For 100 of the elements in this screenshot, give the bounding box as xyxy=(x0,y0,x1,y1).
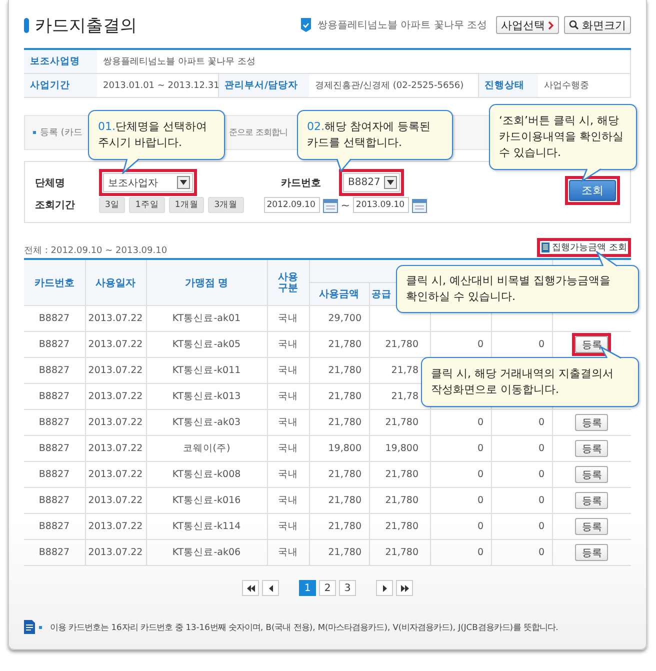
page-button[interactable]: 1 xyxy=(299,580,316,596)
table-cell: B8827 xyxy=(38,365,70,376)
register-button[interactable]: 등록 xyxy=(575,336,608,353)
footnote-text: 이용 카드번호는 16자리 카드번호 중 13-16번째 숫자이며, B(국내 전용), M(마스타겸용카드), V(비자겸용카드), J(JCB겸용카드)를 뜻합니다. xyxy=(50,622,558,632)
period-button[interactable]: 1개월 xyxy=(168,197,204,213)
table-cell: 2013.07.22 xyxy=(88,339,143,350)
bookmark-icon xyxy=(300,17,312,33)
register-button[interactable]: 등록 xyxy=(575,518,608,535)
table-cell: B8827 xyxy=(38,391,70,402)
page-button[interactable]: 2 xyxy=(319,580,336,596)
info-label: 사업기간 xyxy=(24,74,97,98)
info-label: 보조사업명 xyxy=(24,49,97,74)
table-cell: 29,700 xyxy=(328,313,362,324)
date-field[interactable]: 2012.09.10 xyxy=(264,197,320,213)
page-title: 카드지출결의 xyxy=(35,14,137,36)
field-label: 단체명 xyxy=(35,176,66,190)
table-cell: 국내 xyxy=(278,339,298,350)
calendar-icon[interactable] xyxy=(412,198,427,212)
register-button[interactable]: 등록 xyxy=(575,492,608,509)
table-cell: 2013.07.22 xyxy=(88,521,143,532)
table-cell: 국내 xyxy=(278,365,298,376)
period-button[interactable]: 3일 xyxy=(99,197,126,213)
table-cell: 21,780 xyxy=(385,521,418,532)
search-button[interactable]: 조회 xyxy=(569,180,616,201)
table-cell: 0 xyxy=(538,339,544,350)
period-button[interactable]: 1주일 xyxy=(129,197,165,213)
column-header: 가맹점 명 xyxy=(146,259,267,306)
table-cell: 2013.07.22 xyxy=(88,391,143,402)
register-button[interactable]: 등록 xyxy=(575,440,608,457)
period-button[interactable]: 3개월 xyxy=(208,197,244,213)
document-icon xyxy=(541,242,550,253)
table-cell: 0 xyxy=(477,547,484,558)
date-field[interactable]: 2013.09.10 xyxy=(352,197,409,213)
table-cell: KT통신료-k011 xyxy=(172,365,241,376)
table-cell: 국내 xyxy=(278,391,298,402)
table-cell: 0 xyxy=(538,547,544,558)
title-marker-icon xyxy=(24,18,29,32)
first-page-button[interactable] xyxy=(242,580,259,596)
header-button[interactable]: 화면크기 xyxy=(564,16,631,34)
table-cell: 21,780 xyxy=(328,521,362,532)
field-label: 카드번호 xyxy=(281,176,321,190)
next-page-button[interactable] xyxy=(376,580,393,596)
table-cell: 0 xyxy=(538,495,544,506)
table-cell: 국내 xyxy=(278,313,298,324)
table-cell: 0 xyxy=(477,495,484,506)
table-cell: 21,780 xyxy=(328,547,362,558)
table-cell: 21,780 xyxy=(385,547,418,558)
table-cell: 코웨이(주) xyxy=(182,443,230,454)
table-cell: B8827 xyxy=(38,521,70,532)
right-arrow-icon xyxy=(382,584,386,592)
table-cell: 2013.07.22 xyxy=(88,417,143,428)
table-cell: 0 xyxy=(477,339,484,350)
info-value: 경제진흥관/신경제 (02-2525-5656) xyxy=(309,74,478,98)
document-icon xyxy=(24,620,35,634)
table-cell: 0 xyxy=(477,521,484,532)
column-header: 카드번호 xyxy=(24,259,85,306)
register-button[interactable]: 등록 xyxy=(575,414,608,431)
table-cell: 0 xyxy=(538,417,544,428)
table-cell: 21,780 xyxy=(328,339,362,350)
table-cell: 2013.07.22 xyxy=(88,495,143,506)
caret-icon xyxy=(177,176,190,189)
table-cell: 19,800 xyxy=(385,443,418,454)
table-cell: 국내 xyxy=(278,417,298,428)
table-cell: 2013.07.22 xyxy=(88,469,143,480)
dropdown[interactable]: B8827 xyxy=(343,173,400,192)
page-button[interactable]: 3 xyxy=(339,580,356,596)
info-value: 2013.01.01 ~ 2013.12.31 xyxy=(97,74,218,98)
callout-text: 01.단체명을 선택하여 주시기 바랍니다. xyxy=(98,119,207,151)
bullet-icon xyxy=(33,131,36,134)
caret-icon xyxy=(384,176,398,189)
double-right-arrow-icon xyxy=(400,584,408,592)
budget-link[interactable]: 집행가능금액 조회 xyxy=(552,241,627,254)
left-arrow-icon xyxy=(268,584,272,592)
table-cell: 21,780 xyxy=(328,469,362,480)
previous-page-button[interactable] xyxy=(262,580,279,596)
range-separator: ~ xyxy=(340,198,350,212)
table-cell: 국내 xyxy=(278,547,298,558)
dropdown[interactable]: 보조사업자 xyxy=(103,173,193,192)
register-button[interactable]: 등록 xyxy=(575,544,608,561)
calendar-icon[interactable] xyxy=(322,198,338,212)
table-cell: 21,780 xyxy=(385,339,418,350)
table-cell: 2013.07.22 xyxy=(88,547,143,558)
table-cell: 국내 xyxy=(278,495,298,506)
chevron-icon xyxy=(548,20,554,30)
table-cell: 21,780 xyxy=(328,495,362,506)
table-cell: KT통신료-k013 xyxy=(172,391,241,402)
header-button[interactable]: 사업선택 xyxy=(496,16,559,34)
table-cell: B8827 xyxy=(38,443,70,454)
table-cell: B8827 xyxy=(38,417,70,428)
column-header: 사용금액 xyxy=(309,282,369,306)
table-cell: 0 xyxy=(477,443,484,454)
table-cell: KT통신료-k114 xyxy=(172,521,241,532)
table-cell: 0 xyxy=(538,443,544,454)
table-cell: 국내 xyxy=(278,521,298,532)
table-cell: 21,780 xyxy=(385,495,418,506)
table-cell: 0 xyxy=(477,417,484,428)
register-button[interactable]: 등록 xyxy=(575,466,608,483)
table-cell: 2013.07.22 xyxy=(88,443,143,454)
last-page-button[interactable] xyxy=(396,580,413,596)
callout-text: 02.해당 참여자에 등록된 카드를 선택합니다. xyxy=(307,119,430,151)
